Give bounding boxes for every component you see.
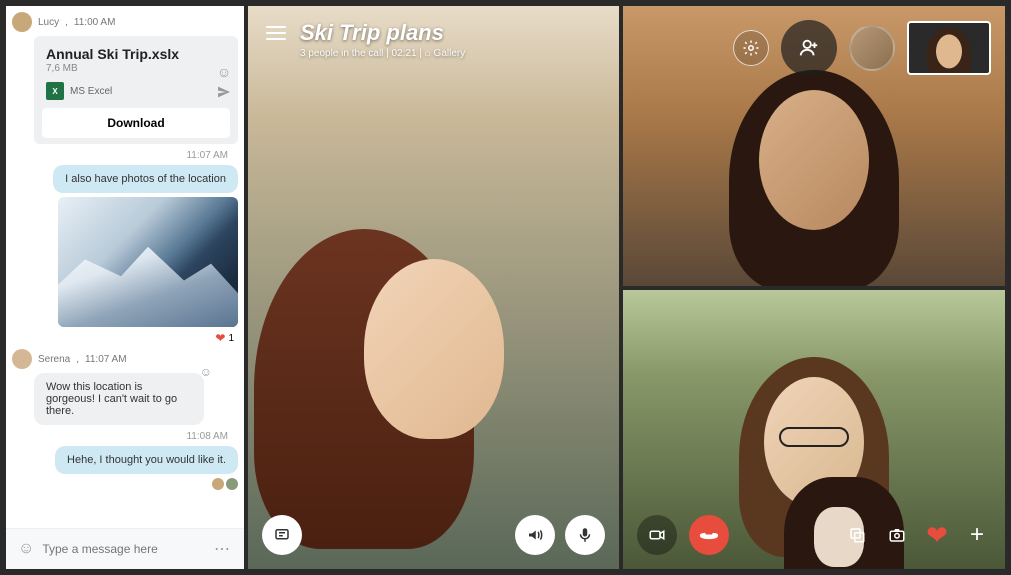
call-subtitle: 3 people in the call | 02:21 | ⌂ Gallery bbox=[300, 48, 465, 59]
message-out[interactable]: I also have photos of the location bbox=[53, 165, 238, 193]
file-name: Annual Ski Trip.xslx bbox=[46, 46, 226, 62]
reaction-count: 1 bbox=[228, 333, 234, 344]
chat-panel: Lucy, 11:00 AM Annual Ski Trip.xslx 7,6 … bbox=[6, 6, 244, 569]
call-panel: Ski Trip plans 3 people in the call | 02… bbox=[248, 6, 1005, 569]
call-top-controls bbox=[733, 20, 991, 76]
file-size: 7,6 MB bbox=[46, 63, 226, 74]
self-view-pip[interactable] bbox=[907, 21, 991, 75]
seen-avatar bbox=[226, 478, 238, 490]
react-emoji-icon[interactable]: ☺ bbox=[216, 64, 232, 80]
call-bottom-controls: ❤ + bbox=[637, 515, 991, 555]
forward-icon[interactable] bbox=[216, 84, 232, 100]
add-button[interactable]: + bbox=[963, 521, 991, 549]
time-divider: 11:08 AM bbox=[12, 431, 238, 442]
chat-messages: Lucy, 11:00 AM Annual Ski Trip.xslx 7,6 … bbox=[6, 6, 244, 528]
microphone-button[interactable] bbox=[565, 515, 605, 555]
message-composer: ☺ ⋯ bbox=[6, 528, 244, 569]
add-participant-button[interactable] bbox=[781, 20, 837, 76]
message-input[interactable] bbox=[42, 542, 206, 556]
side-video-grid: ❤ + bbox=[623, 6, 1005, 569]
sender-name: Serena bbox=[38, 354, 70, 365]
seen-avatar bbox=[212, 478, 224, 490]
photo-attachment[interactable] bbox=[58, 197, 238, 327]
call-title: Ski Trip plans bbox=[300, 20, 465, 46]
participant-avatar[interactable] bbox=[849, 25, 895, 71]
file-type: MS Excel bbox=[70, 86, 112, 97]
heart-reaction-button[interactable]: ❤ bbox=[923, 521, 951, 549]
menu-icon[interactable] bbox=[266, 26, 286, 40]
end-call-button[interactable] bbox=[689, 515, 729, 555]
sender-name: Lucy bbox=[38, 17, 59, 28]
download-button[interactable]: Download bbox=[42, 108, 230, 138]
message-header-lucy: Lucy, 11:00 AM bbox=[12, 12, 238, 32]
main-call-controls bbox=[262, 515, 605, 555]
message-out[interactable]: Hehe, I thought you would like it. bbox=[55, 446, 238, 474]
avatar-lucy bbox=[12, 12, 32, 32]
excel-icon: X bbox=[46, 82, 64, 100]
call-header: Ski Trip plans 3 people in the call | 02… bbox=[248, 6, 619, 73]
read-receipts bbox=[212, 478, 238, 490]
speaker-button[interactable] bbox=[515, 515, 555, 555]
chat-toggle-button[interactable] bbox=[262, 515, 302, 555]
avatar-serena bbox=[12, 349, 32, 369]
main-video-tile: Ski Trip plans 3 people in the call | 02… bbox=[248, 6, 619, 569]
file-attachment-card[interactable]: Annual Ski Trip.xslx 7,6 MB X MS Excel D… bbox=[34, 36, 238, 144]
app-root: Lucy, 11:00 AM Annual Ski Trip.xslx 7,6 … bbox=[6, 6, 1005, 569]
reaction-row[interactable]: ❤ 1 bbox=[215, 331, 234, 345]
react-emoji-icon[interactable]: ☺ bbox=[200, 365, 212, 379]
time-divider: 11:07 AM bbox=[12, 150, 238, 161]
sender-time: 11:07 AM bbox=[85, 354, 127, 365]
share-screen-button[interactable] bbox=[843, 521, 871, 549]
heart-reaction-icon: ❤ bbox=[215, 331, 225, 345]
emoji-picker-icon[interactable]: ☺ bbox=[18, 540, 34, 558]
snapshot-button[interactable] bbox=[883, 521, 911, 549]
settings-button[interactable] bbox=[733, 30, 769, 66]
message-in[interactable]: Wow this location is gorgeous! I can't w… bbox=[34, 373, 204, 425]
sender-time: 11:00 AM bbox=[74, 17, 116, 28]
camera-button[interactable] bbox=[637, 515, 677, 555]
more-options-icon[interactable]: ⋯ bbox=[214, 539, 232, 559]
